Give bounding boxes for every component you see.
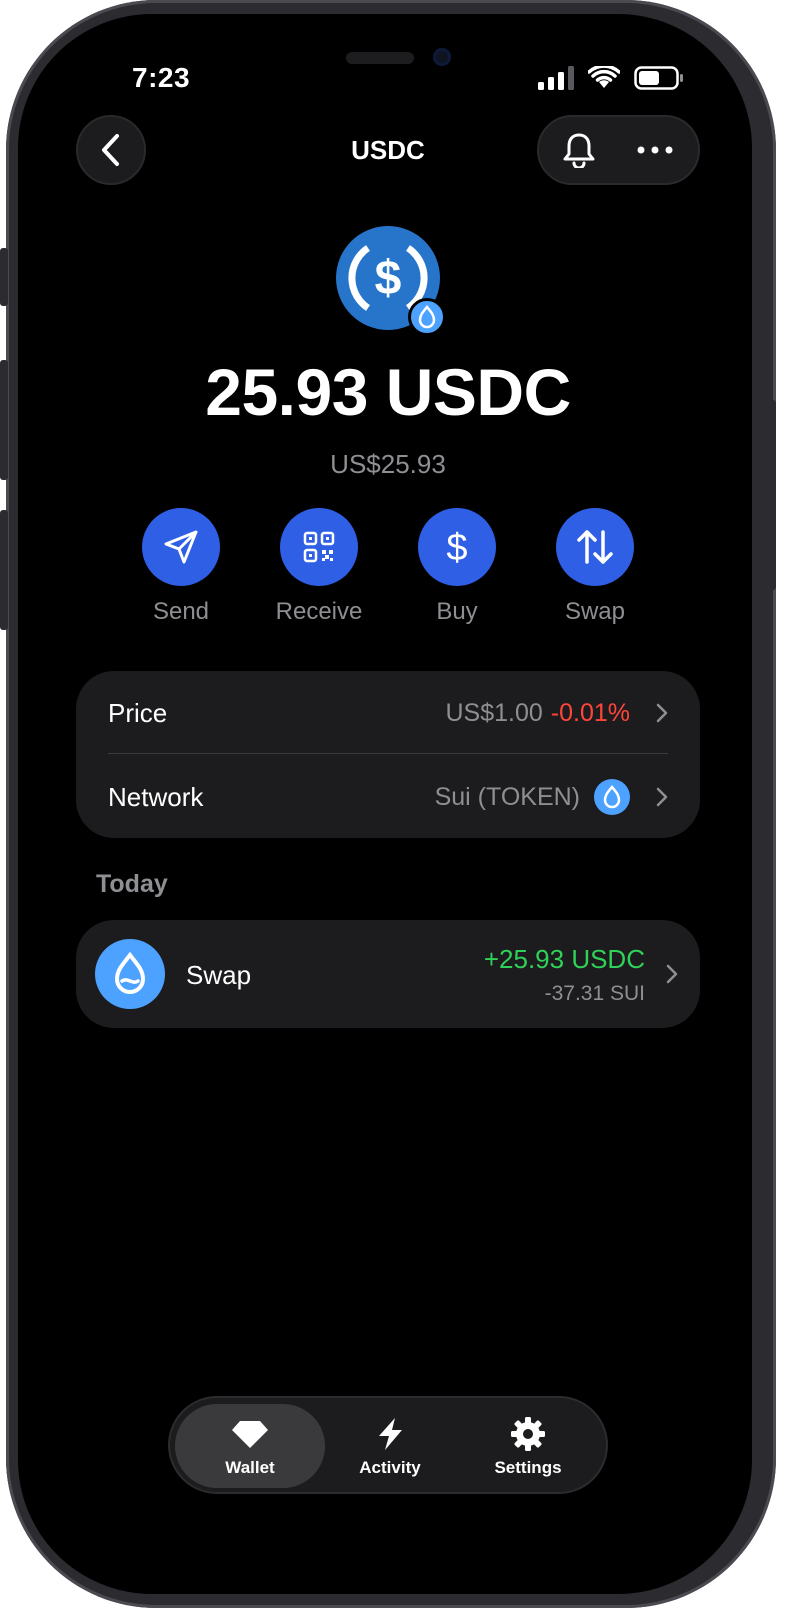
- sui-network-badge: [408, 298, 446, 336]
- cellular-signal-icon: [538, 66, 574, 90]
- network-value-group: Sui (TOKEN): [435, 779, 668, 815]
- tab-activity[interactable]: Activity: [315, 1404, 465, 1488]
- price-value-group: US$1.00 -0.01%: [445, 699, 668, 728]
- transaction-amount-in: +25.93 USDC: [483, 944, 645, 974]
- buy-button[interactable]: $ Buy: [397, 508, 517, 626]
- battery-icon: [634, 66, 683, 90]
- price-label: Price: [108, 697, 168, 728]
- send-label: Send: [152, 598, 210, 625]
- swap-icon-circle: [556, 508, 634, 586]
- receive-button[interactable]: Receive: [259, 508, 379, 626]
- row-divider: [108, 753, 668, 754]
- notifications-button[interactable]: [559, 130, 599, 170]
- more-dots-icon: [637, 146, 673, 154]
- svg-text:$: $: [375, 252, 402, 305]
- transaction-row[interactable]: Swap +25.93 USDC -37.31 SUI: [76, 920, 700, 1028]
- receive-label: Receive: [275, 598, 363, 625]
- chevron-right-icon: [656, 703, 668, 723]
- sui-drop-icon: [418, 305, 436, 329]
- send-icon-circle: [142, 508, 220, 586]
- tab-activity-label: Activity: [359, 1458, 421, 1477]
- chevron-right-icon: [666, 964, 678, 984]
- tab-bar: Wallet Activity Settings: [168, 1396, 608, 1494]
- sui-token-avatar: [95, 939, 165, 1009]
- camera-icon: [433, 48, 451, 66]
- swap-button[interactable]: Swap: [535, 508, 655, 626]
- tab-settings[interactable]: Settings: [453, 1404, 603, 1488]
- more-button[interactable]: [632, 130, 678, 170]
- receive-icon-circle: [280, 508, 358, 586]
- tab-wallet-label: Wallet: [225, 1458, 275, 1477]
- mute-switch: [0, 248, 8, 306]
- network-label: Network: [108, 781, 204, 812]
- token-balance: 25.93 USDC: [205, 355, 571, 429]
- qr-code-icon: [303, 531, 335, 563]
- wifi-icon: [588, 66, 620, 88]
- swap-label: Swap: [564, 598, 626, 625]
- tab-wallet[interactable]: Wallet: [175, 1404, 325, 1488]
- buy-icon-circle: $: [418, 508, 496, 586]
- network-row[interactable]: Network Sui (TOKEN): [108, 757, 668, 837]
- lightning-icon: [379, 1418, 402, 1450]
- header-actions: [537, 115, 700, 185]
- fiat-balance: US$25.93: [330, 449, 446, 479]
- gear-icon: [511, 1417, 545, 1451]
- status-icons: [538, 66, 684, 90]
- chevron-right-icon: [656, 787, 668, 807]
- swap-arrows-icon: [577, 530, 613, 564]
- buy-label: Buy: [436, 598, 478, 625]
- token-info-card: Price US$1.00 -0.01% Network Sui (TOKEN): [76, 671, 700, 838]
- transaction-title: Swap: [186, 960, 252, 990]
- transaction-amount-out: -37.31 SUI: [544, 982, 645, 1005]
- dollar-icon: $: [446, 527, 467, 567]
- svg-text:$: $: [446, 527, 467, 567]
- bell-icon: [563, 133, 595, 168]
- sui-drop-icon: [603, 785, 621, 809]
- section-today: Today: [96, 870, 168, 898]
- price-value: US$1.00: [445, 698, 543, 727]
- diamond-icon: [232, 1421, 268, 1448]
- dynamic-island: [346, 52, 414, 64]
- send-icon: [164, 530, 198, 564]
- price-change: -0.01%: [550, 698, 630, 727]
- send-button[interactable]: Send: [121, 508, 241, 626]
- network-value: Sui (TOKEN): [434, 782, 580, 811]
- price-row[interactable]: Price US$1.00 -0.01%: [108, 673, 668, 753]
- sui-network-icon-circle: [594, 779, 630, 815]
- status-time: 7:23: [132, 62, 191, 93]
- tab-settings-label: Settings: [494, 1458, 562, 1477]
- volume-down-button: [0, 510, 8, 630]
- sui-drop-icon: [114, 951, 146, 994]
